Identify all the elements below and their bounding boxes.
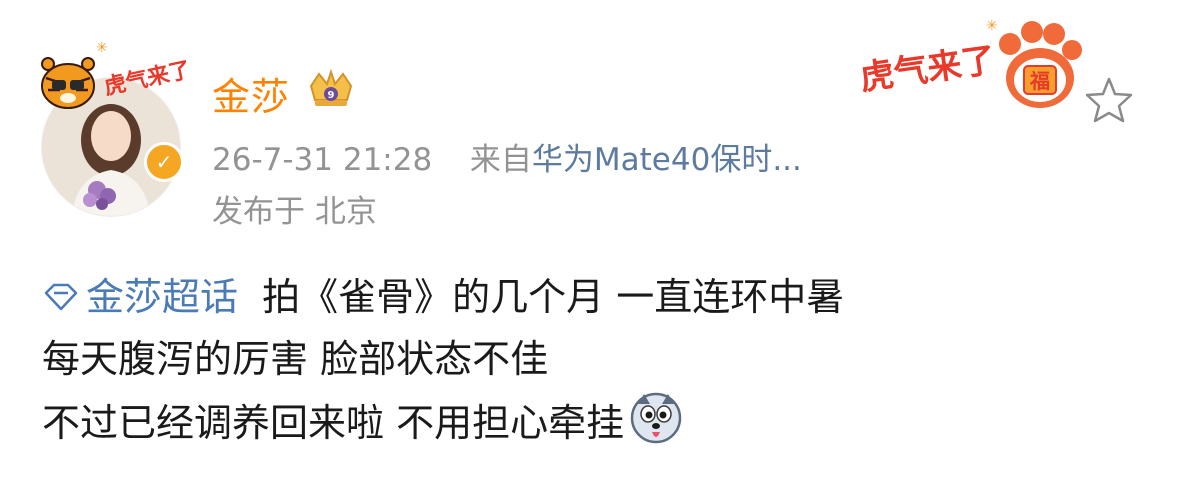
super-topic-link[interactable]: 金莎超话	[42, 275, 238, 319]
svg-text:✳: ✳	[986, 18, 998, 34]
post-location: 发布于 北京	[212, 194, 377, 230]
content-text-2: 每天腹泻的厉害 脸部状态不佳	[42, 337, 549, 381]
fu-text: 福	[1029, 69, 1050, 93]
diamond-topic-icon	[44, 283, 78, 311]
tiger-new-year-decoration-icon: 虎气来了 福 ✳	[858, 18, 1082, 108]
star-outline-icon[interactable]	[1083, 74, 1135, 126]
post-content: 金莎超话 拍《雀骨》的几个月 一直连环中暑 每天腹泻的厉害 脸部状态不佳 不过已…	[42, 266, 1122, 454]
content-line-3: 不过已经调养回来啦 不用担心牵挂	[42, 390, 1122, 454]
super-topic-label[interactable]: 金莎超话	[86, 275, 238, 319]
source-device-link[interactable]: 华为Mate40保时...	[532, 142, 802, 178]
content-text-1: 拍《雀骨》的几个月 一直连环中暑	[262, 275, 845, 319]
post-meta: 26-7-31 21:28 来自华为Mate40保时...	[212, 134, 802, 179]
username[interactable]: 金莎	[212, 66, 290, 121]
avatar-frame-text: 虎气来了	[102, 57, 186, 100]
content-line-2: 每天腹泻的厉害 脸部状态不佳	[42, 328, 1122, 390]
husky-emoji-icon	[630, 392, 682, 444]
svg-text:✳: ✳	[96, 40, 108, 56]
tiger-avatar-frame-icon: 虎气来了 ✳	[41, 40, 186, 109]
source-prefix: 来自	[469, 142, 532, 178]
post-time: 26-7-31 21:28	[212, 142, 433, 178]
crown-badge-icon[interactable]: 9	[305, 68, 357, 112]
user-avatar-container[interactable]: 虎气来了 ✳ ✓	[40, 36, 186, 216]
right-banner-text: 虎气来了	[858, 41, 998, 98]
svg-text:9: 9	[328, 90, 335, 101]
content-line-1: 金莎超话 拍《雀骨》的几个月 一直连环中暑	[42, 266, 1122, 328]
verified-badge-icon: ✓	[144, 142, 184, 182]
content-text-3: 不过已经调养回来啦 不用担心牵挂	[42, 401, 625, 445]
